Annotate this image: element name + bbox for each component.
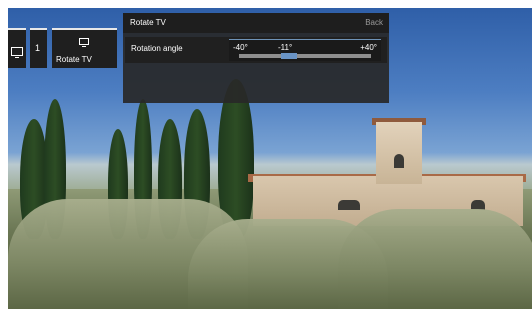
channel-number-tile[interactable]: 1 (30, 28, 47, 68)
bell-tower (376, 122, 422, 184)
panel-title: Rotate TV (130, 18, 166, 27)
back-button[interactable]: Back (365, 18, 383, 27)
slider-track[interactable] (239, 53, 371, 59)
slider-max-label: +40° (360, 43, 377, 52)
bell-tower-window (394, 154, 404, 168)
slider-min-label: -40° (233, 43, 248, 52)
panel-header: Rotate TV Back (123, 13, 389, 33)
rotate-tv-tile[interactable]: Rotate TV (52, 28, 117, 68)
channel-number: 1 (35, 43, 41, 53)
rotation-angle-row[interactable]: Rotation angle -40° -11° +40° (125, 37, 387, 63)
rotate-tv-panel: Rotate TV Back Rotation angle -40° -11° … (123, 13, 389, 103)
rotation-angle-slider[interactable]: -40° -11° +40° (229, 39, 381, 61)
tv-menu-tile[interactable] (8, 28, 26, 68)
church-window (338, 200, 360, 210)
monitor-icon (79, 38, 89, 47)
olive-bushes (338, 209, 532, 309)
slider-current-label: -11° (278, 43, 293, 52)
slider-thumb[interactable] (281, 53, 297, 59)
monitor-icon (11, 47, 23, 58)
rotation-angle-label: Rotation angle (131, 44, 183, 53)
rotate-tv-label: Rotate TV (56, 55, 92, 64)
